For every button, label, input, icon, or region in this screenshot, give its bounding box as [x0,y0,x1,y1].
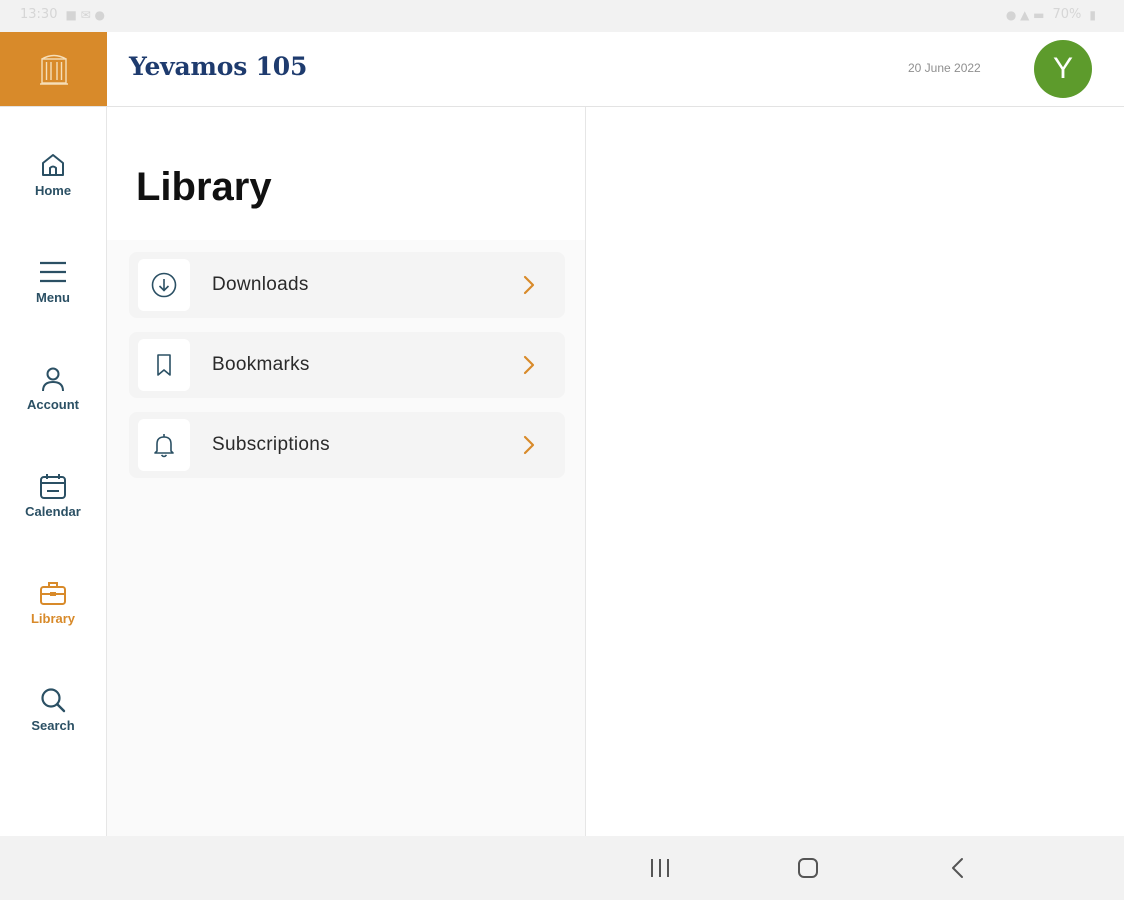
status-bar-left: 13:30 ■ ✉ ● [20,7,105,22]
notification-icons: ■ ✉ ● [65,7,105,22]
library-item-label: Downloads [212,274,309,295]
nav-rail: Home Menu Account Calendar Library Searc… [0,107,107,836]
person-icon [42,367,64,392]
status-bar: 13:30 ■ ✉ ● ● ▲ ▬ 70% ▮ [0,0,1124,32]
calendar-icon [40,474,66,499]
page-title: Yevamos 105 [129,52,308,81]
chevron-right-icon [523,435,535,455]
avatar-initial: Y [1052,52,1073,85]
nav-item-menu[interactable]: Menu [0,258,106,348]
library-item-icon-box [138,419,190,471]
nav-label-home: Home [34,183,72,198]
nav-item-search[interactable]: Search [0,686,106,776]
header-date: 20 June 2022 [908,61,981,75]
nav-label-library: Library [30,611,76,626]
nav-item-account[interactable]: Account [0,365,106,455]
nav-item-calendar[interactable]: Calendar [0,472,106,562]
system-navigation-bar [0,836,1124,900]
nav-label-account: Account [27,397,79,412]
briefcase-icon [40,582,66,605]
nav-label-search: Search [31,718,75,733]
library-item-subscriptions[interactable]: Subscriptions [129,412,565,478]
status-bar-right: ● ▲ ▬ 70% ▮ [1006,7,1096,22]
app-logo[interactable] [0,32,107,106]
battery-icon: ▮ [1089,7,1096,22]
home-icon [42,154,64,176]
back-icon[interactable] [946,856,970,880]
library-panel: Library Downloads Bookmarks Subscription… [107,107,586,836]
recent-apps-icon[interactable] [648,856,672,880]
library-item-label: Bookmarks [212,354,310,375]
status-time: 13:30 [20,7,58,22]
nav-label-menu: Menu [36,290,70,305]
bookmark-icon [157,354,171,376]
home-button-icon[interactable] [796,856,820,880]
search-icon [41,688,66,713]
library-item-icon-box [138,339,190,391]
library-title: Library [136,165,272,209]
library-item-bookmarks[interactable]: Bookmarks [129,332,565,398]
hamburger-icon [40,261,66,283]
bell-icon [154,434,174,458]
library-item-downloads[interactable]: Downloads [129,252,565,318]
building-logo-icon [39,54,68,85]
nav-label-calendar: Calendar [25,504,81,519]
library-header: Library [107,107,585,240]
download-icon [151,272,177,298]
signal-icons: ● ▲ ▬ [1005,7,1045,22]
detail-pane [586,107,1124,836]
library-item-icon-box [138,259,190,311]
chevron-right-icon [523,275,535,295]
battery-level: 70% [1052,7,1082,22]
app-header: Yevamos 105 20 June 2022 Y [0,32,1124,107]
library-item-label: Subscriptions [212,434,330,455]
avatar[interactable]: Y [1034,40,1092,98]
nav-item-home[interactable]: Home [0,151,106,241]
chevron-right-icon [523,355,535,375]
nav-item-library[interactable]: Library [0,579,106,669]
